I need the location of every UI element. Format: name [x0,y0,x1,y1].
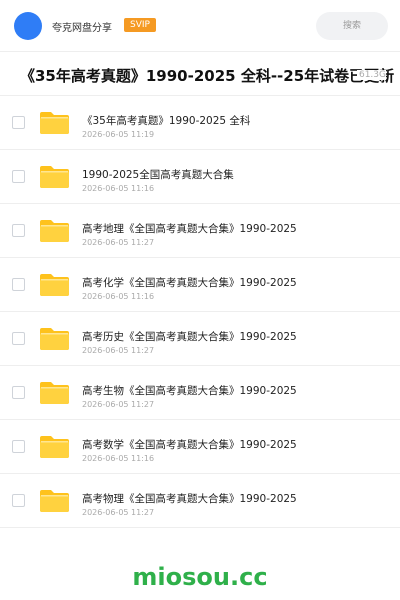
file-date: 2026-06-05 11:16 [82,292,155,301]
share-title: 《35年高考真题》1990-2025 全科--25年试卷已更新 [20,67,395,85]
file-list: 《35年高考真题》1990-2025 全科 2026-06-05 11:19 1… [0,96,400,528]
search-input[interactable] [316,12,388,40]
folder-icon [40,220,69,242]
folder-icon [40,112,69,134]
file-name[interactable]: 高考历史《全国高考真题大合集》1990-2025 [82,329,297,344]
list-item[interactable]: 《35年高考真题》1990-2025 全科 2026-06-05 11:19 [0,96,400,150]
file-name[interactable]: 高考物理《全国高考真题大合集》1990-2025 [82,491,297,506]
file-date: 2026-06-05 11:16 [82,454,155,463]
file-name[interactable]: 高考数学《全国高考真题大合集》1990-2025 [82,437,297,452]
file-date: 2026-06-05 11:16 [82,184,155,193]
app-name: 夸克网盘分享 [52,23,112,34]
list-item[interactable]: 高考生物《全国高考真题大合集》1990-2025 2026-06-05 11:2… [0,366,400,420]
file-name[interactable]: 高考生物《全国高考真题大合集》1990-2025 [82,383,297,398]
file-name[interactable]: 1990-2025全国高考真题大合集 [82,167,234,182]
folder-icon [40,436,69,458]
select-checkbox[interactable] [12,224,25,237]
file-date: 2026-06-05 11:27 [82,346,155,355]
folder-icon [40,274,69,296]
watermark: miosou.cc [132,563,268,591]
folder-icon [40,328,69,350]
select-checkbox[interactable] [12,440,25,453]
list-item[interactable]: 高考数学《全国高考真题大合集》1990-2025 2026-06-05 11:1… [0,420,400,474]
top-bar: 夸克网盘分享 SVIP [0,0,400,52]
svip-badge[interactable]: SVIP [124,18,156,32]
file-name[interactable]: 《35年高考真题》1990-2025 全科 [82,113,250,128]
file-date: 2026-06-05 11:27 [82,508,155,517]
share-size: 61.3G [356,70,386,80]
folder-icon [40,490,69,512]
file-date: 2026-06-05 11:27 [82,400,155,409]
list-item[interactable]: 高考化学《全国高考真题大合集》1990-2025 2026-06-05 11:1… [0,258,400,312]
file-name[interactable]: 高考化学《全国高考真题大合集》1990-2025 [82,275,297,290]
select-checkbox[interactable] [12,170,25,183]
folder-icon [40,382,69,404]
file-date: 2026-06-05 11:27 [82,238,155,247]
file-name[interactable]: 高考地理《全国高考真题大合集》1990-2025 [82,221,297,236]
list-item[interactable]: 高考地理《全国高考真题大合集》1990-2025 2026-06-05 11:2… [0,204,400,258]
select-checkbox[interactable] [12,278,25,291]
share-title-bar: 《35年高考真题》1990-2025 全科--25年试卷已更新 61.3G [0,52,400,96]
avatar[interactable] [14,12,42,40]
select-checkbox[interactable] [12,332,25,345]
list-item[interactable]: 高考物理《全国高考真题大合集》1990-2025 2026-06-05 11:2… [0,474,400,528]
select-checkbox[interactable] [12,494,25,507]
list-item[interactable]: 高考历史《全国高考真题大合集》1990-2025 2026-06-05 11:2… [0,312,400,366]
select-checkbox[interactable] [12,116,25,129]
list-item[interactable]: 1990-2025全国高考真题大合集 2026-06-05 11:16 [0,150,400,204]
folder-icon [40,166,69,188]
file-date: 2026-06-05 11:19 [82,130,155,139]
select-checkbox[interactable] [12,386,25,399]
